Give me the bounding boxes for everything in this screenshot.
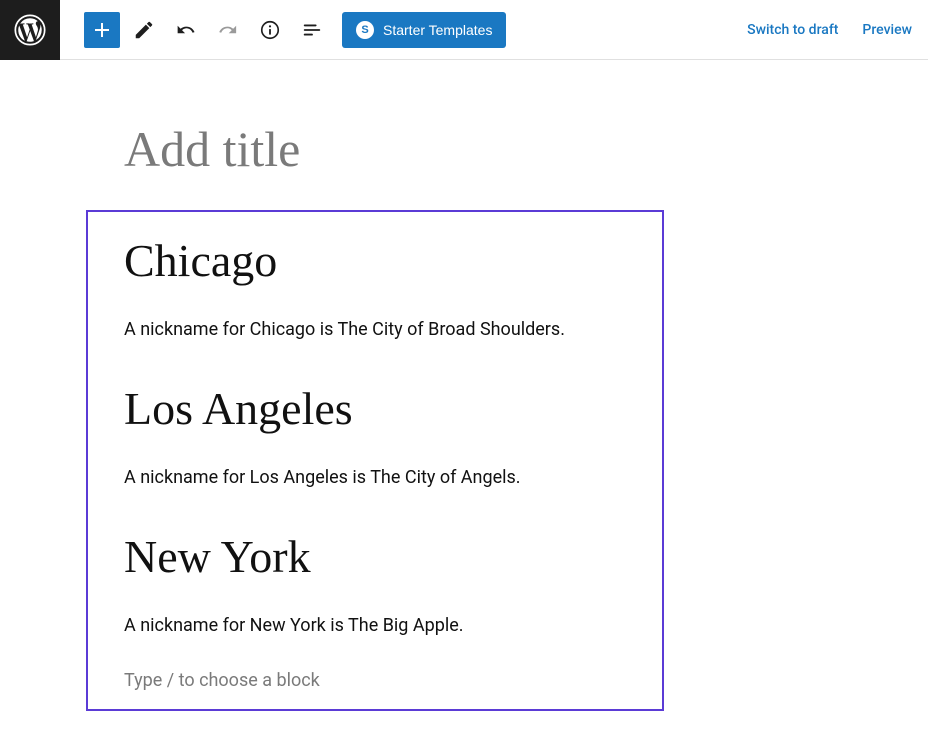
redo-button[interactable] [210,12,246,48]
selected-block-group[interactable]: Chicago A nickname for Chicago is The Ci… [86,210,664,711]
redo-icon [217,19,239,41]
wordpress-icon [14,14,46,46]
switch-to-draft-link[interactable]: Switch to draft [747,22,838,38]
toolbar-tools-group: S Starter Templates [84,12,506,48]
heading-block[interactable]: New York [124,530,626,583]
starter-templates-button[interactable]: S Starter Templates [342,12,506,48]
post-title-input[interactable]: Add title [124,120,928,178]
info-icon [259,19,281,41]
new-block-prompt[interactable]: Type / to choose a block [124,670,626,691]
toolbar-right-group: Switch to draft Preview [747,22,912,38]
heading-block[interactable]: Los Angeles [124,382,626,435]
editor-toolbar: S Starter Templates Switch to draft Prev… [0,0,928,60]
paragraph-block[interactable]: A nickname for Chicago is The City of Br… [124,319,626,340]
pencil-icon [133,19,155,41]
undo-button[interactable] [168,12,204,48]
details-button[interactable] [252,12,288,48]
wordpress-logo[interactable] [0,0,60,60]
add-block-button[interactable] [84,12,120,48]
plus-icon [90,18,114,42]
paragraph-block[interactable]: A nickname for New York is The Big Apple… [124,615,626,636]
edit-mode-button[interactable] [126,12,162,48]
editor-content-area: Add title Chicago A nickname for Chicago… [0,60,928,751]
undo-icon [175,19,197,41]
heading-block[interactable]: Chicago [124,234,626,287]
starter-templates-label: Starter Templates [383,22,492,38]
paragraph-block[interactable]: A nickname for Los Angeles is The City o… [124,467,626,488]
preview-link[interactable]: Preview [862,22,912,38]
starter-templates-icon: S [356,21,374,39]
outline-button[interactable] [294,12,330,48]
list-view-icon [301,19,323,41]
